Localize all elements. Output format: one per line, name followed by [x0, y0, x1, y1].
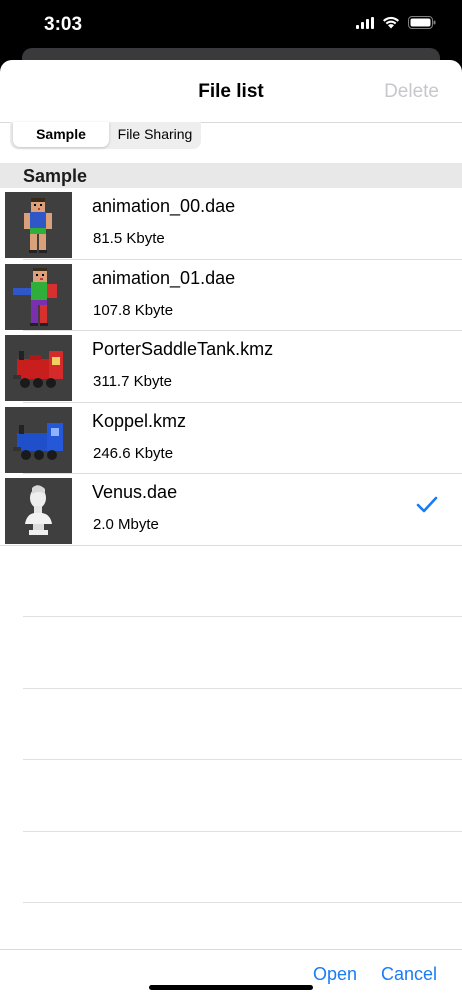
bottom-toolbar: Open Cancel — [0, 949, 462, 1000]
thumbnail — [5, 335, 72, 401]
empty-row — [0, 617, 462, 689]
file-row-animation-01[interactable]: animation_01.dae 107.8 Kbyte — [0, 260, 462, 332]
section-header: Sample — [0, 163, 462, 188]
file-size: 311.7 Kbyte — [93, 373, 172, 390]
empty-row — [0, 832, 462, 904]
battery-icon — [408, 16, 436, 29]
file-list-sheet: File list Delete Sample File Sharing Sam… — [0, 60, 462, 1000]
wifi-icon — [383, 16, 399, 29]
file-name: animation_01.dae — [92, 267, 236, 288]
file-name: Venus.dae — [92, 482, 178, 502]
file-name: Koppel.kmz — [92, 410, 187, 431]
red-locomotive-icon — [5, 335, 72, 401]
thumbnail — [5, 263, 72, 330]
file-size: 81.5 Kbyte — [93, 230, 165, 247]
character-green-shirt-icon — [5, 263, 72, 330]
file-size: 107.8 Kbyte — [93, 301, 174, 319]
checkmark-icon — [416, 496, 438, 513]
status-bar: 3:03 — [0, 0, 462, 50]
thumbnail — [5, 478, 72, 544]
file-list: animation_00.dae 81.5 Kbyte animation_01… — [0, 188, 462, 903]
section-title: Sample — [23, 166, 88, 186]
file-name: PorterSaddleTank.kmz — [92, 339, 274, 359]
home-indicator[interactable] — [149, 985, 313, 990]
empty-row — [0, 689, 462, 761]
delete-button[interactable]: Delete — [384, 81, 439, 103]
empty-row — [0, 760, 462, 832]
navigation-bar: File list Delete — [0, 60, 462, 123]
venus-bust-icon — [5, 478, 72, 544]
status-icons — [356, 16, 436, 29]
file-row-porter-saddle-tank[interactable]: PorterSaddleTank.kmz 311.7 Kbyte — [0, 331, 462, 403]
blue-locomotive-icon — [5, 406, 72, 473]
file-size: 2.0 Mbyte — [93, 516, 159, 533]
file-row-koppel[interactable]: Koppel.kmz 246.6 Kbyte — [0, 403, 462, 475]
file-size: 246.6 Kbyte — [93, 444, 174, 462]
thumbnail — [5, 192, 72, 258]
segment-file-sharing[interactable]: File Sharing — [112, 122, 198, 147]
empty-row — [0, 546, 462, 618]
thumbnail — [5, 406, 72, 473]
file-row-venus[interactable]: Venus.dae 2.0 Mbyte — [0, 474, 462, 546]
file-name: animation_00.dae — [92, 196, 236, 216]
cellular-signal-icon — [356, 16, 374, 29]
character-blue-shirt-icon — [5, 192, 72, 258]
segment-sample[interactable]: Sample — [13, 122, 109, 147]
source-segmented-control: Sample File Sharing — [10, 122, 201, 149]
cancel-button[interactable]: Cancel — [381, 964, 437, 985]
file-row-animation-00[interactable]: animation_00.dae 81.5 Kbyte — [0, 188, 462, 260]
open-button[interactable]: Open — [313, 964, 357, 985]
status-time: 3:03 — [44, 14, 83, 35]
